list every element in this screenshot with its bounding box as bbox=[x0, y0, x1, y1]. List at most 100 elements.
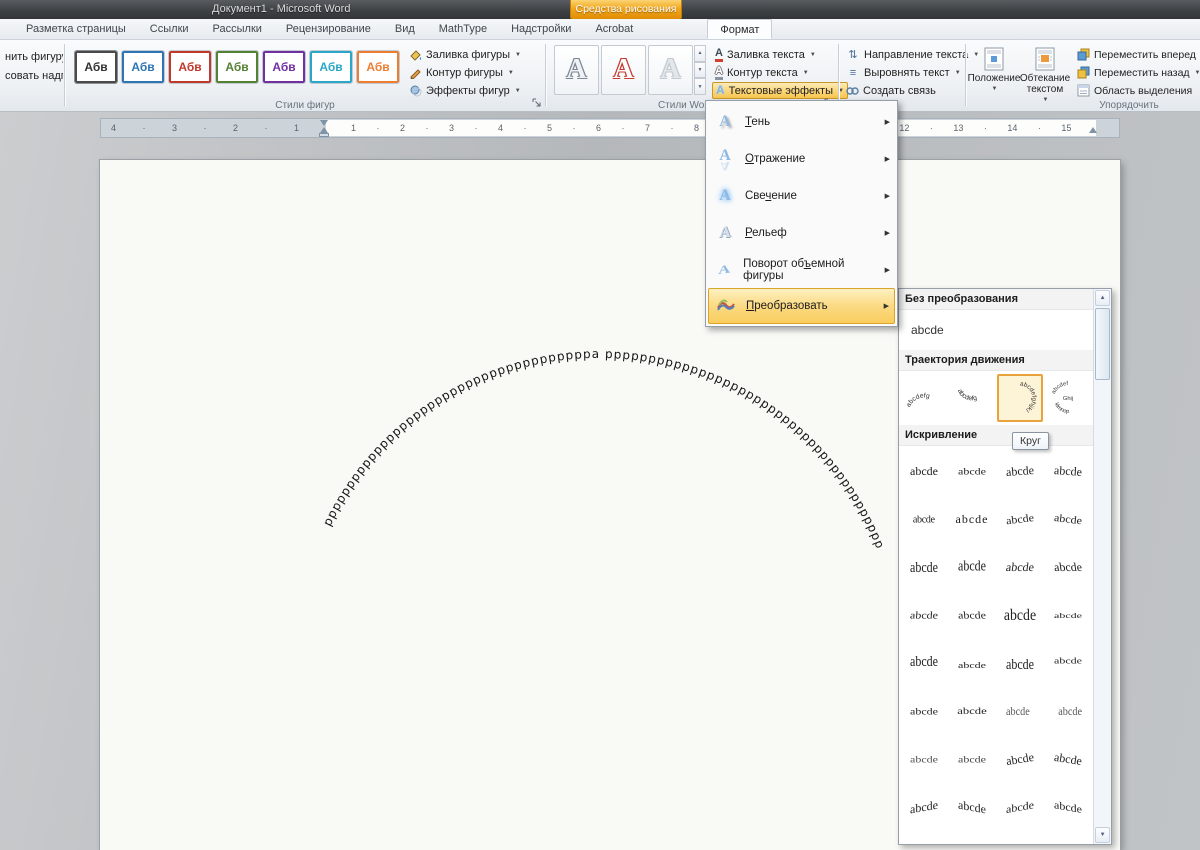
tab-format[interactable]: Формат bbox=[707, 19, 773, 39]
send-backward-button[interactable]: Переместить назад ▼ bbox=[1074, 64, 1200, 81]
warp-tile-chevron-up[interactable]: abcde bbox=[996, 447, 1044, 495]
text-direction-label: Направление текста bbox=[864, 48, 969, 61]
path-tile-button[interactable]: abcdef Ghij klmnop bbox=[1045, 374, 1091, 422]
shape-style-thumb-7[interactable]: Абв bbox=[356, 50, 400, 84]
menu-item-glow[interactable]: A Свечение ▶ bbox=[708, 177, 895, 214]
wordart-style-thumb-2[interactable]: A bbox=[601, 45, 646, 95]
warp-tile-fade-down[interactable]: abcde bbox=[948, 735, 996, 783]
bring-forward-button[interactable]: Переместить вперед ▼ bbox=[1074, 46, 1200, 63]
warp-tile-deflate-inflate-deflate[interactable]: abcde bbox=[948, 687, 996, 735]
warp-tile-deflate[interactable]: abcde bbox=[1044, 591, 1092, 639]
group-separator bbox=[64, 44, 65, 106]
warp-tile-can-down[interactable]: abcde bbox=[948, 543, 996, 591]
warp-tile-slant-down[interactable]: abcde bbox=[1044, 735, 1092, 783]
warp-tile-wave-1[interactable]: abcde bbox=[996, 543, 1044, 591]
tab-mailings[interactable]: Рассылки bbox=[201, 19, 274, 39]
shape-style-thumb-1[interactable]: Абв bbox=[74, 50, 118, 84]
warp-tile-double-wave-1[interactable]: abcde bbox=[900, 591, 948, 639]
menu-item-shadow[interactable]: A Тень ▶ bbox=[708, 103, 895, 140]
tab-review[interactable]: Рецензирование bbox=[274, 19, 383, 39]
scrollbar-thumb[interactable] bbox=[1095, 308, 1110, 380]
warp-tile-deflate-inflate[interactable]: abcde bbox=[900, 687, 948, 735]
tile-no-transform[interactable]: abcde bbox=[899, 310, 1093, 350]
draw-textbox-button[interactable]: совать надпись bbox=[2, 67, 63, 84]
warp-tile-cascade-down[interactable]: abcde bbox=[948, 783, 996, 831]
tab-acrobat[interactable]: Acrobat bbox=[583, 19, 645, 39]
menu-item-label: Тень bbox=[745, 115, 771, 128]
menu-item-label: Рельеф bbox=[745, 226, 787, 239]
warp-tile-ring-inside[interactable]: abcde bbox=[900, 495, 948, 543]
send-backward-label: Переместить назад bbox=[1094, 66, 1190, 79]
warp-tile-cascade-up[interactable]: abcde bbox=[900, 783, 948, 831]
tab-mathtype[interactable]: MathType bbox=[427, 19, 499, 39]
warp-tile-32[interactable]: abcde bbox=[1044, 783, 1092, 831]
warp-tile-fade-left[interactable]: abcde bbox=[1044, 687, 1092, 735]
svg-text:abcdefg: abcdefg bbox=[956, 388, 978, 402]
menu-item-bevel[interactable]: A Рельеф ▶ bbox=[708, 214, 895, 251]
shape-style-thumb-2[interactable]: Абв bbox=[121, 50, 165, 84]
warp-tile-fade-up[interactable]: abcde bbox=[900, 735, 948, 783]
warp-tile-curve-down[interactable]: abcde bbox=[1044, 495, 1092, 543]
paint-bucket-icon bbox=[410, 50, 422, 61]
menu-item-reflection[interactable]: AA Отражение ▶ bbox=[708, 140, 895, 177]
shape-fill-button[interactable]: Заливка фигуры ▼ bbox=[406, 46, 524, 63]
warp-tile-fade-right[interactable]: abcde bbox=[996, 687, 1044, 735]
text-fill-button[interactable]: A Заливка текста ▼ bbox=[712, 46, 848, 63]
path-tile-arch-up[interactable]: abcdefg bbox=[901, 374, 947, 422]
menu-item-3d-rotation[interactable]: A Поворот объемной фигуры ▶ bbox=[708, 251, 895, 288]
warp-tile-can-up[interactable]: abcde bbox=[900, 543, 948, 591]
warp-tile-deflate-top[interactable]: abcde bbox=[1044, 639, 1092, 687]
wordart-style-thumb-1[interactable]: A bbox=[554, 45, 599, 95]
text-effects-button[interactable]: A Текстовые эффекты ▼ bbox=[712, 82, 848, 99]
tab-view[interactable]: Вид bbox=[383, 19, 427, 39]
svg-text:abcdef: abcdef bbox=[1051, 381, 1069, 395]
path-tile-circle[interactable]: abcdefghijkl bbox=[997, 374, 1043, 422]
warp-tile-triangle-down[interactable]: abcde bbox=[948, 447, 996, 495]
tab-references[interactable]: Ссылки bbox=[138, 19, 201, 39]
gallery-more-icon[interactable]: ▼ bbox=[694, 78, 706, 96]
warp-tile-wave-2[interactable]: abcde bbox=[1044, 543, 1092, 591]
warp-tile-triangle-up[interactable]: abcde bbox=[900, 447, 948, 495]
svg-text:Ghij: Ghij bbox=[1063, 396, 1073, 402]
wrap-text-button[interactable]: Обтекание текстом ▼ bbox=[1020, 44, 1070, 106]
tab-page-layout[interactable]: Разметка страницы bbox=[14, 19, 138, 39]
warp-tile-chevron-down[interactable]: abcde bbox=[1044, 447, 1092, 495]
scrollbar-track[interactable] bbox=[1094, 381, 1111, 826]
warp-tile-inflate[interactable]: abcde bbox=[996, 591, 1044, 639]
shape-outline-button[interactable]: Контур фигуры ▼ bbox=[406, 64, 524, 81]
selection-pane-label: Область выделения bbox=[1094, 84, 1193, 97]
wordart-style-thumb-3[interactable]: A bbox=[648, 45, 693, 95]
dialog-launcher-icon[interactable] bbox=[532, 98, 541, 110]
align-text-button[interactable]: ≡ Выровнять текст ▼ bbox=[843, 64, 982, 81]
warp-tile-inflate-top[interactable]: abcde bbox=[996, 639, 1044, 687]
path-tile-arch-down[interactable]: abcdefg bbox=[949, 374, 995, 422]
warp-tile-31[interactable]: abcde bbox=[996, 783, 1044, 831]
dropdown-arrow-icon: ▼ bbox=[809, 51, 816, 58]
warp-tile-curve-up[interactable]: abcde bbox=[996, 495, 1044, 543]
gallery-scroll-up-icon[interactable]: ▲ bbox=[694, 45, 706, 62]
warp-tile-slant-up[interactable]: abcde bbox=[996, 735, 1044, 783]
create-link-button[interactable]: Создать связь bbox=[843, 82, 982, 99]
selection-pane-button[interactable]: Область выделения bbox=[1074, 82, 1200, 99]
warp-tile-ring-outside[interactable]: abcde bbox=[948, 495, 996, 543]
shape-style-thumb-3[interactable]: Абв bbox=[168, 50, 212, 84]
text-direction-button[interactable]: ⇅ Направление текста ▼ bbox=[843, 46, 982, 63]
change-shape-label: нить фигуру bbox=[5, 50, 63, 63]
dropdown-arrow-icon: ▼ bbox=[954, 69, 961, 76]
warp-tile-inflate-bottom[interactable]: abcde bbox=[900, 639, 948, 687]
menu-item-transform[interactable]: Преобразовать ▶ bbox=[708, 288, 895, 324]
shape-style-thumb-5[interactable]: Абв bbox=[262, 50, 306, 84]
scroll-down-icon[interactable]: ▼ bbox=[1095, 827, 1110, 843]
warp-tile-double-wave-2[interactable]: abcde bbox=[948, 591, 996, 639]
change-shape-button[interactable]: нить фигуру ▼ bbox=[2, 48, 63, 65]
scroll-up-icon[interactable]: ▲ bbox=[1095, 290, 1110, 306]
text-outline-button[interactable]: A Контур текста ▼ bbox=[712, 64, 848, 81]
position-button[interactable]: Положение ▼ bbox=[968, 44, 1020, 106]
gallery-scroll-down-icon[interactable]: ▼ bbox=[694, 61, 706, 79]
shape-style-thumb-6[interactable]: Абв bbox=[309, 50, 353, 84]
warp-tile-deflate-bottom[interactable]: abcde bbox=[948, 639, 996, 687]
tab-addins[interactable]: Надстройки bbox=[499, 19, 583, 39]
shape-effects-button[interactable]: Эффекты фигур ▼ bbox=[406, 82, 524, 99]
shape-style-thumb-4[interactable]: Абв bbox=[215, 50, 259, 84]
follow-path-row: abcdefg abcdefg abcdefghijkl abcdef Ghij… bbox=[899, 371, 1093, 425]
